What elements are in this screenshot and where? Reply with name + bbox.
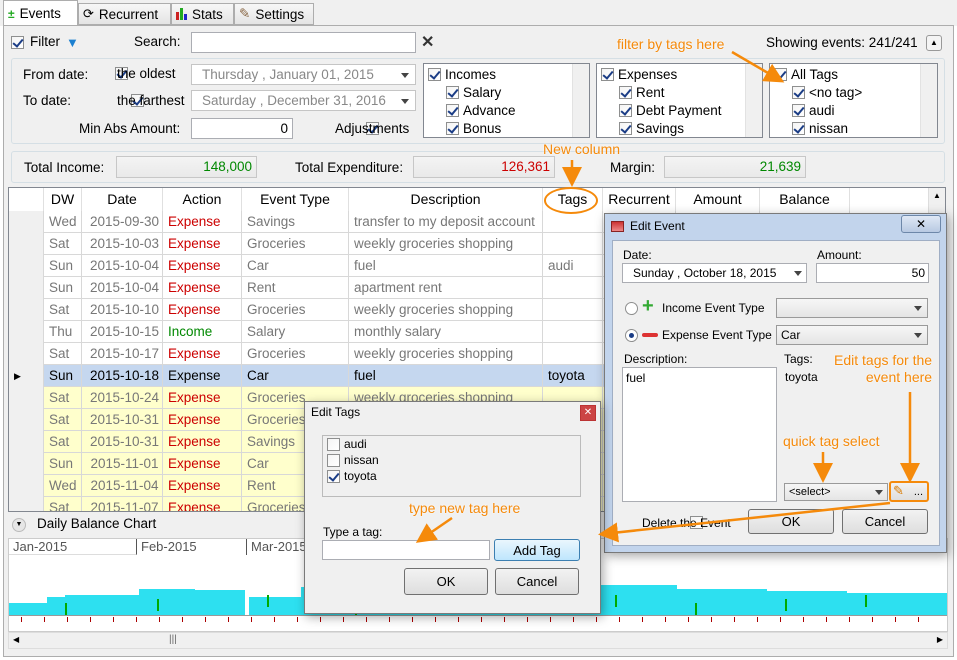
- arrow-dialog-link: [598, 501, 891, 543]
- annotation-arrows: [415, 50, 920, 543]
- arrow-type-tag: [415, 516, 453, 543]
- arrow-filter-tags: [731, 50, 785, 83]
